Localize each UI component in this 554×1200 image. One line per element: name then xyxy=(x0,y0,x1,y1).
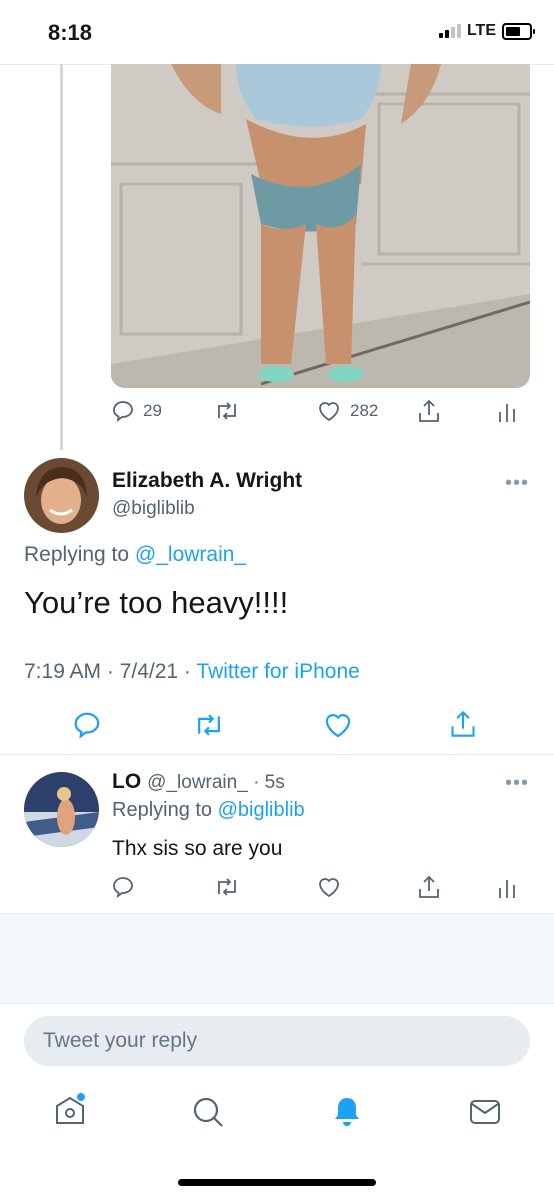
reply-retweet-action[interactable] xyxy=(214,875,240,899)
reply-handle-time[interactable]: @_lowrain_ · 5s xyxy=(147,772,285,794)
focused-share-action[interactable] xyxy=(449,708,477,740)
share-action[interactable] xyxy=(417,398,441,424)
reply-analytics-action[interactable] xyxy=(497,876,517,900)
retweet-icon xyxy=(218,878,236,896)
status-indicators: LTE xyxy=(438,22,535,40)
tab-messages[interactable] xyxy=(467,1095,503,1134)
divider xyxy=(0,754,554,755)
tweet-timestamp: 7:19 AM · 7/4/21 · xyxy=(24,660,191,683)
retweet-icon xyxy=(218,402,236,420)
reply-share-action[interactable] xyxy=(417,874,441,900)
reply-count: 29 xyxy=(143,401,162,420)
author-handle[interactable]: @bigliblib xyxy=(112,498,195,520)
share-icon xyxy=(451,710,475,737)
tweet-text: You’re too heavy!!!! xyxy=(24,585,289,620)
status-time: 8:18 xyxy=(48,20,93,45)
tab-home[interactable] xyxy=(52,1092,88,1133)
network-type: LTE xyxy=(466,22,496,39)
reply-author-name[interactable]: LO xyxy=(112,770,141,794)
battery-icon xyxy=(502,22,535,40)
divider xyxy=(0,1003,554,1004)
retweet-action[interactable] xyxy=(214,399,240,423)
reply-icon xyxy=(113,401,133,423)
signal-icon xyxy=(438,24,461,38)
home-icon xyxy=(56,1093,85,1124)
search-icon xyxy=(193,1097,223,1127)
like-action[interactable]: 282 xyxy=(316,399,378,423)
home-indicator xyxy=(178,1179,376,1186)
empty-area xyxy=(0,914,554,1004)
focused-like-action[interactable] xyxy=(322,710,354,740)
replying-prefix: Replying to xyxy=(24,543,130,566)
tab-search[interactable] xyxy=(190,1094,226,1135)
like-icon xyxy=(319,402,339,422)
more-options-icon[interactable]: ••• xyxy=(505,472,529,495)
tab-notifications[interactable] xyxy=(329,1094,365,1135)
avatar[interactable] xyxy=(24,458,99,533)
reply-replying-to: Replying to @bigliblib xyxy=(112,799,305,822)
thread-line xyxy=(60,64,63,450)
analytics-icon xyxy=(499,880,515,898)
author-name[interactable]: Elizabeth A. Wright xyxy=(112,469,302,493)
tweet-photo[interactable] xyxy=(111,64,530,388)
reply-replying-to-link[interactable]: @bigliblib xyxy=(218,799,305,821)
share-icon xyxy=(419,875,439,898)
reply-text: Thx sis so are you xyxy=(112,837,283,860)
reply-replying-prefix: Replying to xyxy=(112,799,213,821)
reply-reply-action[interactable] xyxy=(111,875,135,899)
retweet-icon xyxy=(198,714,220,736)
reply-avatar[interactable] xyxy=(24,772,99,847)
reply-more-options-icon[interactable]: ••• xyxy=(505,772,529,795)
analytics-action[interactable] xyxy=(497,400,517,424)
notifications-icon xyxy=(335,1098,359,1126)
focused-retweet-action[interactable] xyxy=(193,710,225,740)
tweet-reply-input[interactable]: Tweet your reply xyxy=(24,1016,530,1066)
reply-action[interactable]: 29 xyxy=(111,399,162,423)
reply-header: LO @_lowrain_ · 5s xyxy=(112,770,285,794)
analytics-icon xyxy=(499,404,515,422)
like-icon xyxy=(325,714,351,738)
share-icon xyxy=(419,399,439,422)
messages-icon xyxy=(470,1100,500,1124)
like-count: 282 xyxy=(350,401,379,420)
focused-reply-action[interactable] xyxy=(72,710,102,740)
tweet-reply-placeholder: Tweet your reply xyxy=(43,1029,198,1052)
tweet-meta: 7:19 AM · 7/4/21 · Twitter for iPhone xyxy=(24,660,360,684)
reply-icon xyxy=(74,712,100,739)
tweet-source[interactable]: Twitter for iPhone xyxy=(196,660,359,683)
replying-to: Replying to @_lowrain_ xyxy=(24,543,246,567)
replying-to-link[interactable]: @_lowrain_ xyxy=(135,543,246,566)
like-icon xyxy=(319,878,339,898)
reply-icon xyxy=(113,877,133,899)
reply-like-action[interactable] xyxy=(316,875,342,899)
